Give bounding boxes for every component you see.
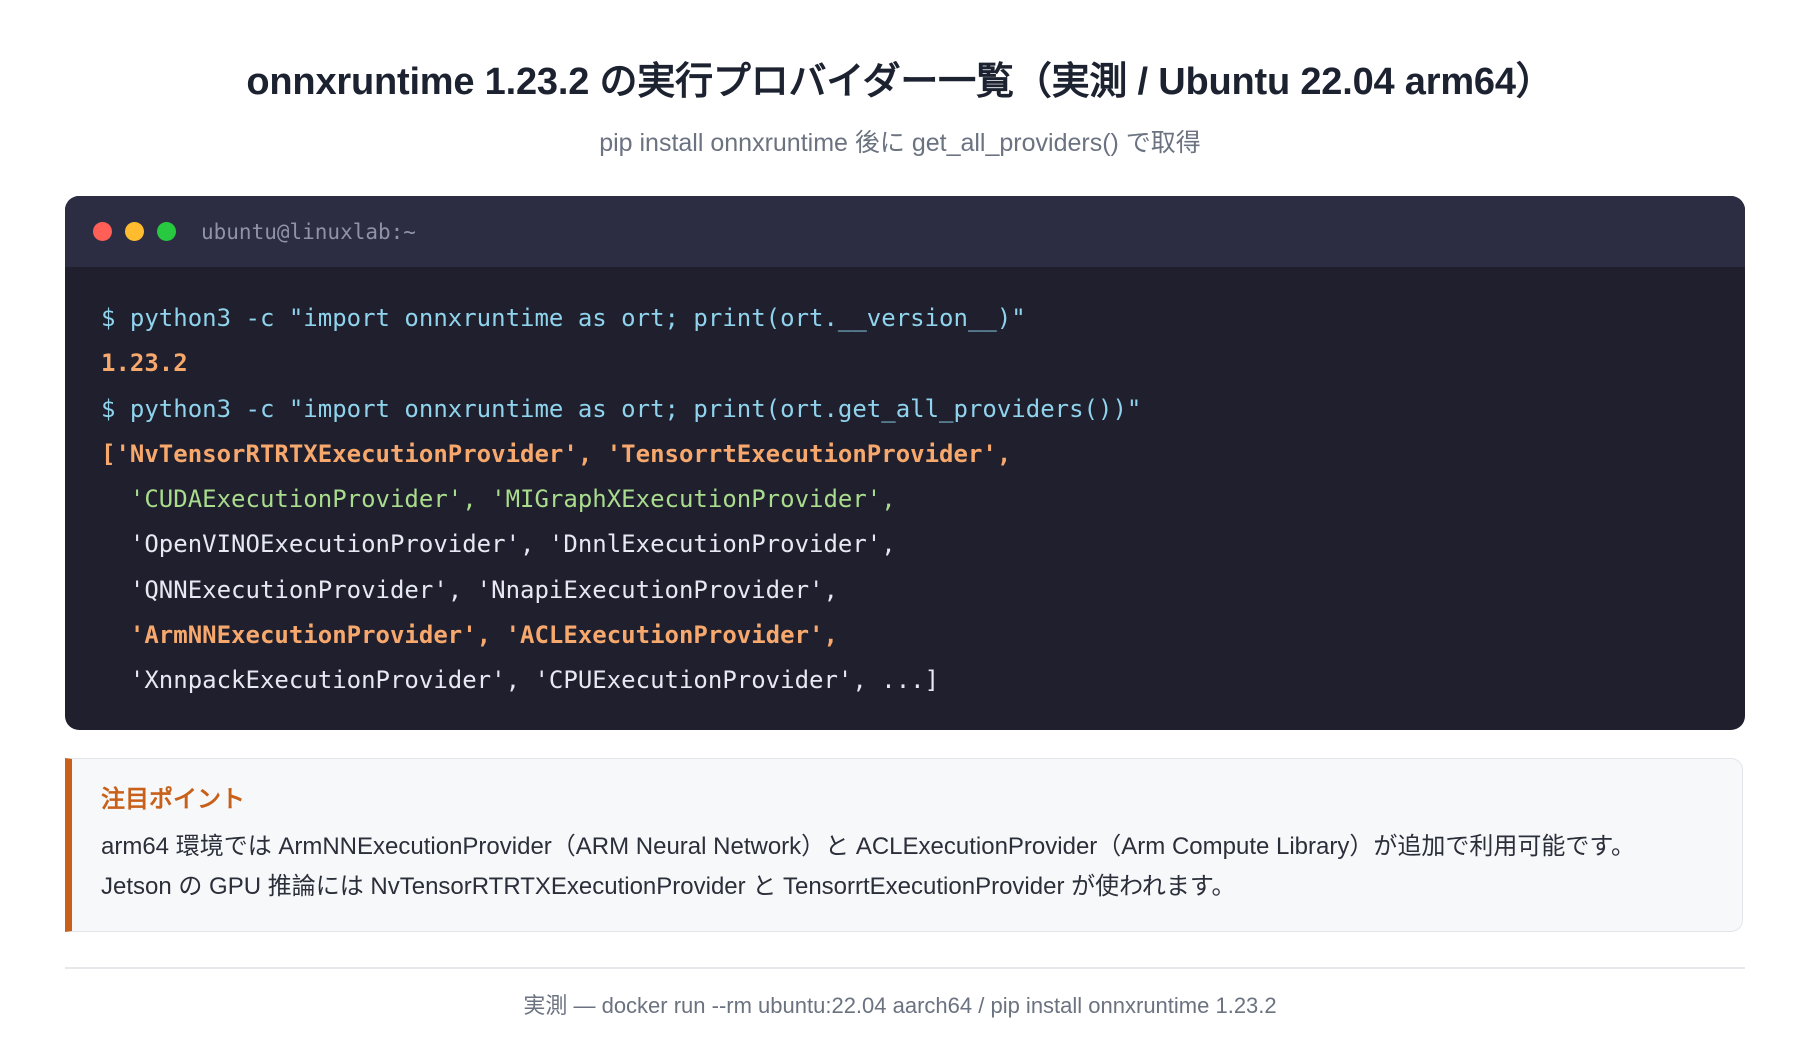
line-comma: ,	[881, 485, 896, 514]
callout-text-line-2: Jetson の GPU 推論には NvTensorRTRTXExecution…	[101, 873, 1236, 900]
terminal-output-line: 'ArmNNExecutionProvider', 'ACLExecutionP…	[101, 613, 1745, 658]
highlighted-providers: ['NvTensorRTRTXExecutionProvider', 'Tens…	[101, 439, 997, 468]
minimize-window-dot-icon[interactable]	[125, 222, 144, 241]
footer-divider	[65, 967, 1745, 969]
callout-note: 注目ポイント arm64 環境では ArmNNExecutionProvider…	[65, 758, 1743, 932]
line-comma: ,	[823, 621, 838, 650]
terminal-title: ubuntu@linuxlab:~	[201, 219, 416, 244]
terminal-output-line: 'QNNExecutionProvider', 'NnapiExecutionP…	[101, 575, 838, 604]
page-header: onnxruntime 1.23.2 の実行プロバイダー一覧（実測 / Ubun…	[0, 52, 1800, 160]
highlighted-providers: 'CUDAExecutionProvider', 'MIGraphXExecut…	[101, 485, 882, 514]
footer-caption: 実測 — docker run --rm ubuntu:22.04 aarch6…	[523, 993, 1277, 1018]
line-comma: ,	[996, 439, 1012, 468]
close-window-dot-icon[interactable]	[93, 222, 112, 241]
terminal-titlebar: ubuntu@linuxlab:~	[65, 196, 1745, 267]
terminal-output[interactable]: $ python3 -c "import onnxruntime as ort;…	[65, 267, 1745, 704]
terminal-output-line: 'OpenVINOExecutionProvider', 'DnnlExecut…	[101, 530, 896, 559]
callout-text-line-1: arm64 環境では ArmNNExecutionProvider（ARM Ne…	[101, 833, 1635, 860]
callout-title: 注目ポイント	[101, 786, 245, 813]
terminal-output-line: 'CUDAExecutionProvider', 'MIGraphXExecut…	[101, 477, 1745, 522]
terminal-command-line: $ python3 -c "import onnxruntime as ort;…	[101, 304, 1026, 332]
page-title: onnxruntime 1.23.2 の実行プロバイダー一覧（実測 / Ubun…	[246, 61, 1554, 103]
page-subtitle: pip install onnxruntime 後に get_all_provi…	[599, 129, 1201, 157]
terminal-output-line: 1.23.2	[101, 349, 188, 378]
maximize-window-dot-icon[interactable]	[157, 222, 176, 241]
terminal-command-line: $ python3 -c "import onnxruntime as ort;…	[101, 394, 1142, 423]
highlighted-providers: 'ArmNNExecutionProvider', 'ACLExecutionP…	[101, 621, 824, 650]
terminal-output-line: 'XnnpackExecutionProvider', 'CPUExecutio…	[101, 666, 940, 695]
terminal-window: ubuntu@linuxlab:~ $ python3 -c "import o…	[65, 196, 1745, 730]
terminal-output-line: ['NvTensorRTRTXExecutionProvider', 'Tens…	[101, 432, 1745, 477]
